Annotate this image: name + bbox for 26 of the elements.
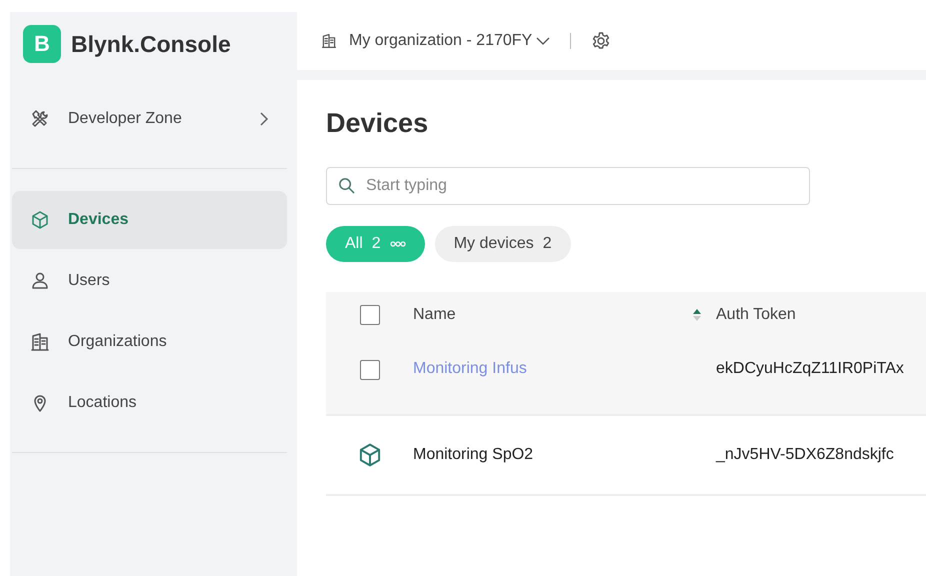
building-icon: [321, 33, 337, 49]
column-header[interactable]: Auth Token: [716, 306, 796, 323]
tools-icon: [30, 109, 50, 129]
sidebar-item[interactable]: Organizations: [12, 313, 287, 371]
search-field[interactable]: Start typing: [326, 167, 810, 205]
cube-icon: [30, 210, 50, 230]
page-title: Devices: [326, 108, 430, 139]
sidebar-item[interactable]: Users: [12, 252, 287, 310]
device-name: Monitoring SpO2: [413, 446, 534, 464]
filter-tab[interactable]: My devices 2: [434, 226, 571, 262]
table-cell: ekDCyuHcZqZ11IR0PiTAx: [716, 360, 904, 377]
brand-name: Blynk.Console: [71, 30, 231, 58]
user-icon: [30, 271, 50, 291]
sort-icon[interactable]: [692, 307, 702, 323]
sidebar-item[interactable]: Locations: [12, 374, 287, 432]
sidebar-item[interactable]: Devices: [12, 191, 287, 249]
row-checkbox[interactable]: [360, 360, 380, 380]
column-header[interactable]: Name: [413, 306, 456, 324]
chevron-down-icon: [536, 37, 550, 45]
sidebar-item[interactable]: Developer Zone: [12, 90, 287, 148]
organization-selector[interactable]: My organization - 2170FY: [321, 32, 550, 50]
table-cell: _nJv5HV-5DX6Z8ndskjfc: [716, 446, 894, 463]
select-all-checkbox[interactable]: [360, 305, 380, 325]
logo-icon: B: [23, 25, 61, 63]
settings-icon[interactable]: [591, 31, 612, 51]
building-icon: [30, 332, 50, 352]
